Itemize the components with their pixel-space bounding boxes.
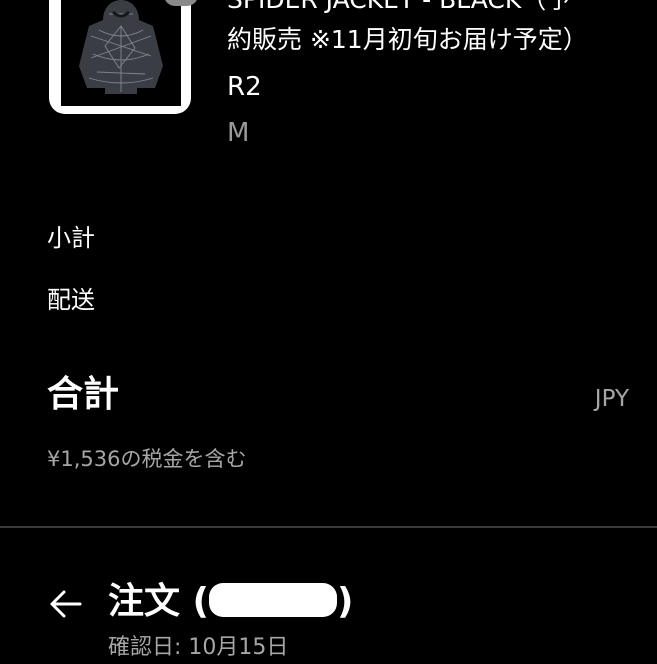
back-button[interactable] (46, 584, 86, 624)
total-label: 合計 (47, 374, 120, 415)
order-title: 注文 () (108, 577, 353, 627)
shipping-label: 配送 (47, 286, 95, 314)
product-title: SPIDER JACKET - BLACK（予 約販売 ※11月初旬お届け予定） (227, 0, 657, 60)
section-divider (0, 526, 657, 528)
subtotal-label: 小計 (47, 224, 95, 252)
tax-note: ¥1,536の税金を含む (47, 447, 247, 471)
product-size: M (227, 118, 250, 148)
currency-code: JPY (594, 386, 629, 412)
confirmed-date: 確認日: 10月15日 (108, 635, 289, 660)
product-title-line2: 約販売 ※11月初旬お届け予定） (227, 25, 588, 54)
product-variant: R2 (227, 72, 262, 102)
arrow-left-icon (50, 590, 82, 618)
order-title-prefix: 注文 ( (108, 581, 209, 622)
jacket-image-icon (79, 0, 163, 94)
order-title-suffix: ) (337, 581, 354, 622)
product-image-frame (61, 0, 181, 106)
product-thumbnail[interactable] (49, 0, 191, 114)
product-title-line1: SPIDER JACKET - BLACK（予 (227, 0, 571, 14)
order-number-redacted (209, 583, 337, 617)
